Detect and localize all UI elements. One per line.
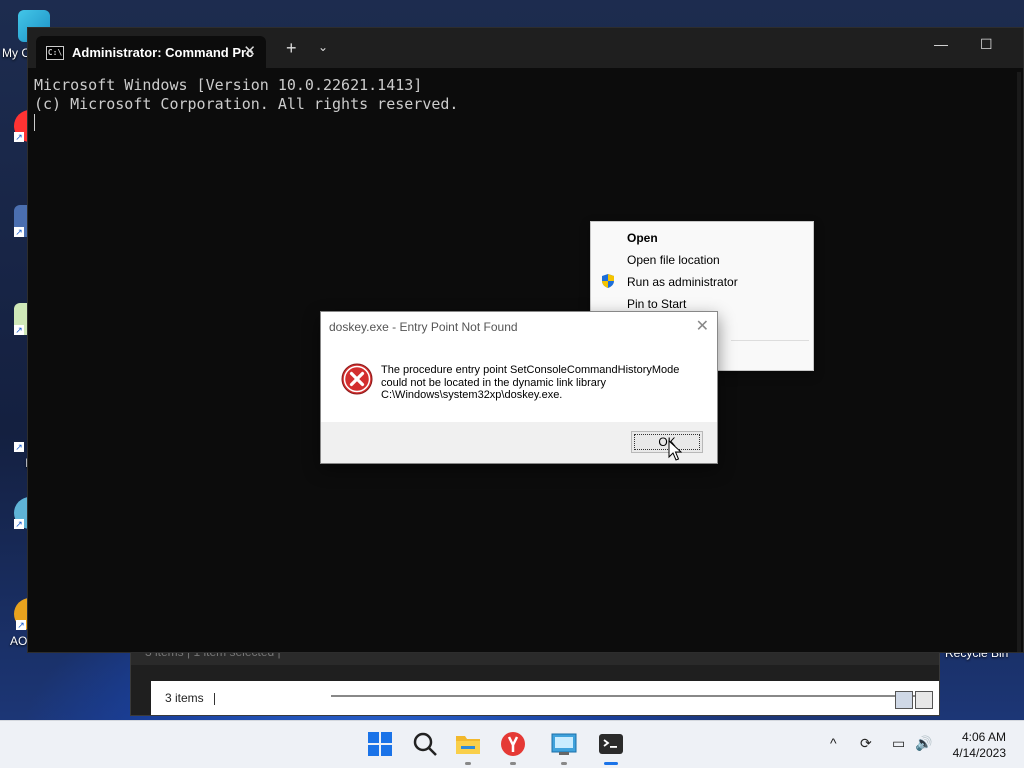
tab-title: Administrator: Command Prc	[72, 45, 254, 60]
message-line: could not be located in the dynamic link…	[381, 376, 607, 389]
console-scrollbar[interactable]	[1017, 72, 1021, 652]
menu-item-pin-to-start[interactable]: Pin to Start	[627, 297, 686, 311]
item-count: 3 items	[165, 691, 204, 705]
minimize-button[interactable]: —	[934, 36, 948, 52]
search-icon[interactable]	[412, 731, 438, 757]
shortcut-arrow-icon: ↗	[16, 620, 26, 630]
shortcut-arrow-icon: ↗	[14, 442, 24, 452]
command-prompt-icon: C:\	[46, 46, 64, 60]
uac-shield-icon	[602, 274, 614, 288]
show-hidden-icons-button[interactable]: ^	[830, 735, 837, 751]
clock-time: 4:06 AM	[961, 730, 1006, 744]
close-tab-icon[interactable]: ✕	[243, 42, 256, 60]
menu-item-open[interactable]: Open	[627, 231, 658, 245]
details-view-button[interactable]	[895, 691, 913, 709]
new-tab-button[interactable]: +	[286, 38, 297, 59]
network-icon[interactable]: ▭	[892, 735, 905, 752]
clock-date: 4/14/2023	[952, 746, 1006, 760]
menu-item-run-as-administrator[interactable]: Run as administrator	[627, 275, 738, 289]
dialog-close-button[interactable]: ✕	[696, 316, 709, 336]
status-separator	[213, 692, 215, 705]
view-toggle-group	[893, 691, 933, 709]
control-panel-icon[interactable]	[551, 731, 577, 757]
text-cursor	[34, 114, 35, 131]
error-dialog: doskey.exe - Entry Point Not Found ✕ The…	[320, 311, 718, 464]
progress-line	[331, 695, 919, 697]
ok-button[interactable]: OK	[631, 431, 703, 453]
sync-icon[interactable]: ⟳	[860, 735, 872, 752]
clock[interactable]: 4:06 AM 4/14/2023	[953, 729, 1006, 761]
dialog-title: doskey.exe - Entry Point Not Found	[329, 320, 518, 334]
file-explorer-icon[interactable]	[455, 731, 481, 757]
running-indicator	[510, 762, 516, 765]
mouse-pointer-icon	[668, 440, 682, 461]
tab-command-prompt[interactable]: C:\ Administrator: Command Prc ✕	[36, 36, 266, 68]
shortcut-arrow-icon: ↗	[14, 227, 24, 237]
dialog-message: The procedure entry point SetConsoleComm…	[381, 364, 701, 402]
console-line: (c) Microsoft Corporation. All rights re…	[34, 95, 459, 113]
volume-icon[interactable]: 🔊	[915, 735, 932, 752]
running-indicator	[561, 762, 567, 765]
dialog-footer: OK	[321, 422, 717, 463]
running-indicator	[465, 762, 471, 765]
taskbar: ^ ⟳ ▭ 🔊 4:06 AM 4/14/2023	[0, 720, 1024, 768]
shortcut-arrow-icon: ↗	[14, 132, 24, 142]
error-icon	[341, 363, 373, 395]
menu-item-open-file-location[interactable]: Open file location	[627, 253, 720, 267]
shortcut-arrow-icon: ↗	[14, 325, 24, 335]
start-icon[interactable]	[367, 731, 393, 757]
large-icons-view-button[interactable]	[915, 691, 933, 709]
terminal-icon[interactable]	[598, 731, 624, 757]
maximize-button[interactable]: ☐	[980, 36, 993, 53]
menu-separator	[731, 340, 809, 341]
message-line: The procedure entry point SetConsoleComm…	[381, 364, 680, 376]
explorer-status-bar: 3 items	[151, 681, 939, 715]
active-indicator	[604, 762, 618, 765]
shortcut-arrow-icon: ↗	[14, 519, 24, 529]
message-line: C:\Windows\system32xp\doskey.exe.	[381, 389, 563, 401]
console-line: Microsoft Windows [Version 10.0.22621.14…	[34, 76, 423, 94]
yandex-browser-icon[interactable]	[500, 731, 526, 757]
tab-dropdown-button[interactable]: ⌄	[318, 40, 328, 54]
terminal-titlebar[interactable]: C:\ Administrator: Command Prc ✕ + ⌄ — ☐	[28, 28, 1023, 68]
